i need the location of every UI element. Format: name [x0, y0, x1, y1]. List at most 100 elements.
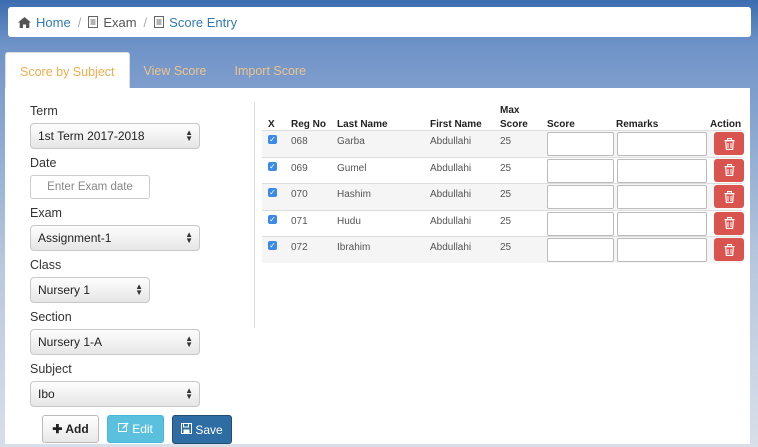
header-last-name: Last Name	[337, 119, 388, 130]
edit-icon	[118, 422, 129, 436]
select-arrows-icon: ▲ ▼	[185, 128, 193, 143]
delete-button[interactable]	[714, 211, 744, 235]
row-checkbox[interactable]: ✓	[268, 135, 277, 144]
save-button-label: Save	[195, 422, 223, 437]
add-button-label: Add	[65, 421, 89, 436]
score-input[interactable]	[547, 185, 614, 209]
header-remarks: Remarks	[616, 119, 659, 130]
breadcrumb-separator: /	[77, 14, 82, 30]
last-name-cell: Gumel	[337, 162, 367, 174]
row-checkbox[interactable]: ✓	[268, 188, 277, 197]
first-name-cell: Abdullahi	[430, 242, 472, 253]
max-score-cell: 25	[500, 162, 512, 174]
reg-no-cell: 071	[291, 215, 308, 227]
edit-button[interactable]: Edit	[107, 414, 165, 443]
breadcrumb: Home / Exam / Score Entry	[8, 7, 751, 37]
breadcrumb-exam-label: Exam	[103, 14, 137, 30]
date-label: Date	[30, 156, 57, 170]
remarks-input[interactable]	[617, 132, 707, 156]
class-value: Nursery 1	[38, 283, 91, 297]
table-row: ✓ 071 Hudu Abdullahi 25	[262, 209, 744, 237]
document-icon	[154, 16, 165, 28]
tab-bar: Score by Subject View Score Import Score	[5, 52, 750, 88]
term-value: 1st Term 2017-2018	[38, 129, 145, 143]
row-checkbox[interactable]: ✓	[268, 241, 277, 250]
row-checkbox[interactable]: ✓	[268, 214, 277, 224]
score-table: X Reg No Last Name First Name Max Score …	[262, 102, 744, 263]
trash-icon	[724, 217, 734, 229]
plus-icon: ✚	[52, 421, 63, 436]
subject-label: Subject	[30, 362, 72, 376]
breadcrumb-exam[interactable]: Exam	[88, 14, 137, 30]
section-select[interactable]: Nursery 1-A ▲ ▼	[30, 329, 200, 355]
reg-no-cell: 070	[291, 189, 308, 200]
home-icon	[18, 16, 31, 28]
first-name-cell: Abdullahi	[430, 215, 472, 227]
breadcrumb-score-entry: Score Entry	[154, 15, 237, 30]
section-label: Section	[30, 310, 72, 324]
remarks-input[interactable]	[617, 211, 707, 236]
score-input[interactable]	[547, 238, 614, 262]
first-name-cell: Abdullahi	[430, 189, 472, 200]
breadcrumb-separator: /	[143, 14, 148, 30]
subject-select[interactable]: Ibo ▲ ▼	[30, 381, 200, 407]
save-button[interactable]: Save	[172, 415, 232, 444]
breadcrumb-home[interactable]: Home	[18, 15, 71, 30]
trash-icon	[724, 137, 734, 150]
delete-button[interactable]	[714, 132, 744, 155]
term-select[interactable]: 1st Term 2017-2018 ▲ ▼	[30, 123, 200, 149]
add-button[interactable]: ✚ Add	[42, 414, 100, 443]
max-score-cell: 25	[500, 189, 512, 200]
class-select[interactable]: Nursery 1 ▲ ▼	[30, 277, 150, 303]
tab-import-score[interactable]: Import Score	[221, 52, 321, 88]
remarks-input[interactable]	[617, 185, 707, 209]
first-name-cell: Abdullahi	[430, 162, 472, 174]
row-checkbox[interactable]: ✓	[268, 161, 277, 171]
delete-button[interactable]	[714, 238, 744, 261]
select-arrows-icon: ▲ ▼	[135, 282, 143, 297]
delete-button[interactable]	[714, 185, 744, 208]
tab-score-by-subject[interactable]: Score by Subject	[5, 52, 130, 88]
last-name-cell: Hudu	[337, 215, 361, 227]
trash-icon	[724, 243, 734, 256]
last-name-cell: Ibrahim	[337, 242, 371, 253]
header-max: Max	[500, 105, 520, 116]
header-first-name: First Name	[430, 119, 482, 130]
select-arrows-icon: ▲ ▼	[185, 386, 193, 401]
tab-content: Term 1st Term 2017-2018 ▲ ▼ Date Enter Ex…	[5, 88, 750, 444]
reg-no-cell: 068	[291, 136, 308, 147]
header-score: Score	[547, 119, 575, 130]
subject-value: Ibo	[38, 387, 55, 401]
exam-label: Exam	[30, 206, 62, 220]
form-actions: ✚ Add Edit Save	[30, 413, 240, 444]
reg-no-cell: 072	[291, 242, 308, 253]
header-x: X	[268, 119, 275, 130]
breadcrumb-score-entry-label: Score Entry	[169, 14, 238, 30]
term-label: Term	[30, 104, 58, 118]
remarks-input[interactable]	[617, 238, 707, 262]
score-input[interactable]	[547, 211, 614, 236]
last-name-cell: Hashim	[337, 189, 371, 200]
score-input[interactable]	[547, 158, 614, 183]
reg-no-cell: 069	[291, 162, 308, 174]
exam-value: Assignment-1	[38, 231, 112, 245]
remarks-input[interactable]	[617, 158, 707, 183]
table-header: X Reg No Last Name First Name Max Score …	[262, 102, 742, 130]
score-input[interactable]	[547, 132, 614, 156]
max-score-cell: 25	[500, 215, 512, 227]
header-max-score: Score	[500, 119, 528, 130]
table-row: ✓ 069 Gumel Abdullahi 25	[262, 156, 744, 184]
table-body: ✓ 068 Garba Abdullahi 25 ✓ 069 Gumel Abd…	[262, 130, 744, 263]
select-arrows-icon: ▲ ▼	[185, 334, 193, 349]
tab-view-score[interactable]: View Score	[130, 52, 221, 88]
floppy-icon	[181, 422, 193, 437]
document-icon	[88, 16, 99, 28]
filter-form: Term 1st Term 2017-2018 ▲ ▼ Date Enter Ex…	[30, 102, 240, 444]
exam-select[interactable]: Assignment-1 ▲ ▼	[30, 225, 200, 251]
header-reg-no: Reg No	[291, 119, 326, 130]
breadcrumb-home-label: Home	[36, 14, 71, 30]
max-score-cell: 25	[500, 242, 512, 253]
exam-date-input[interactable]: Enter Exam date	[30, 175, 150, 199]
trash-icon	[724, 164, 734, 176]
delete-button[interactable]	[714, 158, 744, 182]
